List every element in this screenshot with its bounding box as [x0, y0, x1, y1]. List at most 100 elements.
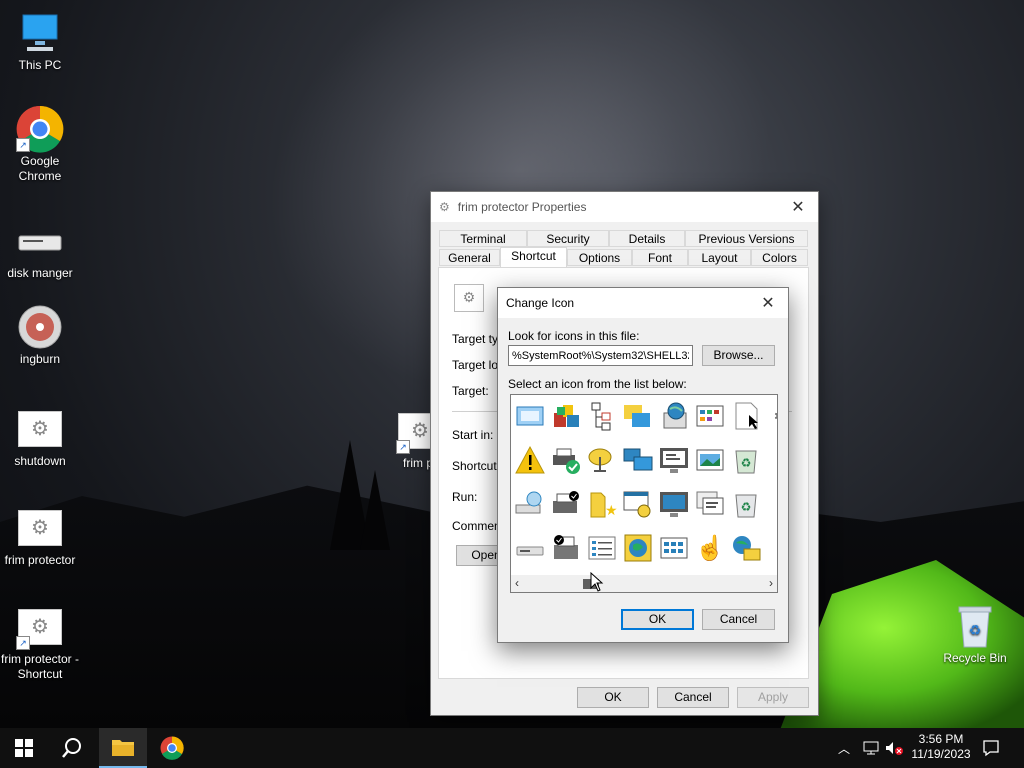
checklist-icon[interactable]: [585, 531, 619, 565]
desktop-icon-recycle-bin[interactable]: ♻ Recycle Bin: [935, 603, 1015, 666]
fax-printer-icon[interactable]: [549, 531, 583, 565]
monitors-icon[interactable]: [621, 443, 655, 477]
apply-button[interactable]: Apply: [737, 687, 809, 708]
file-explorer-button[interactable]: [99, 728, 147, 768]
network-icon[interactable]: [862, 740, 880, 756]
desktop-icon-label: disk manger: [7, 266, 73, 280]
window-icon[interactable]: [513, 399, 547, 433]
warning-icon[interactable]: [513, 443, 547, 477]
drive-icon[interactable]: [513, 531, 547, 565]
globe-computer-icon[interactable]: [657, 399, 691, 433]
run-label: Run:: [452, 490, 478, 504]
shortcut-arrow-icon: ↗: [16, 138, 30, 152]
svg-text:★: ★: [605, 502, 617, 518]
document-cursor-icon[interactable]: [729, 399, 763, 433]
desktop-icon-label: frim protector - Shortcut: [0, 652, 79, 681]
mouse-cursor-icon: [590, 572, 604, 592]
desktop-icon-label: This PC: [18, 58, 62, 72]
desktop-icon-this-pc[interactable]: This PC: [0, 10, 80, 73]
globe-frame-icon[interactable]: [621, 531, 655, 565]
volume-muted-icon[interactable]: [884, 740, 904, 756]
grid-list-icon[interactable]: [657, 531, 691, 565]
disc-burn-icon: [16, 304, 64, 350]
partial-icon[interactable]: ▪: [765, 487, 777, 521]
printer-check-icon[interactable]: [549, 443, 583, 477]
tab-details[interactable]: Details: [609, 230, 685, 247]
chrome-button[interactable]: [148, 728, 196, 768]
chevron-up-icon[interactable]: ︿: [838, 740, 850, 757]
folder-star-icon[interactable]: ★: [585, 487, 619, 521]
svg-text:♻: ♻: [741, 500, 752, 514]
tab-terminal[interactable]: Terminal: [439, 230, 527, 247]
disk-cleanup-icon[interactable]: [513, 487, 547, 521]
scroll-right-arrow-icon[interactable]: ›: [769, 575, 773, 592]
clock[interactable]: 3:56 PM 11/19/2023: [906, 732, 976, 762]
tabs-top: Terminal Security Details Previous Versi…: [439, 230, 808, 247]
tab-security[interactable]: Security: [527, 230, 609, 247]
desktop-icon-frim-protector-shortcut[interactable]: ⚙ ↗ frim protector - Shortcut: [0, 604, 80, 682]
shortcut-arrow-icon: ↗: [16, 636, 30, 650]
desktop-icon-label: frim protector: [4, 553, 76, 567]
picture-window-icon[interactable]: [693, 443, 727, 477]
recycle-bin-empty-icon[interactable]: ♻: [729, 487, 763, 521]
app-blocks-icon[interactable]: [549, 399, 583, 433]
partial-icon[interactable]: ▪: [765, 443, 777, 477]
tab-colors[interactable]: Colors: [751, 249, 808, 266]
ok-button[interactable]: OK: [577, 687, 649, 708]
shortcut-file-icon: ⚙: [454, 284, 484, 312]
browse-button[interactable]: Browse...: [702, 345, 775, 366]
tabs-bottom: General Shortcut Options Font Layout Col…: [439, 247, 808, 269]
desktop-icon-google-chrome[interactable]: ↗ Google Chrome: [0, 105, 80, 184]
select-icon-label: Select an icon from the list below:: [508, 377, 687, 391]
tree-view-icon[interactable]: [585, 399, 619, 433]
printer-default-icon[interactable]: [549, 487, 583, 521]
chrome-icon: [160, 736, 184, 760]
tab-shortcut[interactable]: Shortcut: [500, 247, 567, 267]
start-button[interactable]: [0, 728, 48, 768]
hand-cursor-icon[interactable]: ☝: [693, 531, 727, 565]
horizontal-scrollbar[interactable]: ‹ ›: [511, 575, 777, 592]
monitor-icon: [16, 10, 64, 56]
tab-options[interactable]: Options: [567, 249, 632, 266]
monitor-blue-icon[interactable]: [657, 487, 691, 521]
tab-layout[interactable]: Layout: [688, 249, 751, 266]
notification-icon[interactable]: [982, 739, 1000, 757]
desktop-icon-label: ingburn: [19, 352, 61, 366]
scroll-left-arrow-icon[interactable]: ‹: [515, 575, 519, 592]
recycle-bin-full-icon[interactable]: ♻: [729, 443, 763, 477]
recycle-bin-icon: ♻: [951, 603, 999, 649]
desktop-icon-disk-manger[interactable]: disk manger: [0, 218, 80, 281]
desktop-icon-frim-protector[interactable]: ⚙ frim protector: [0, 505, 80, 568]
folder-network-icon[interactable]: [621, 399, 655, 433]
look-for-icons-label: Look for icons in this file:: [508, 329, 640, 343]
desktop-icon-shutdown[interactable]: ⚙ shutdown: [0, 406, 80, 469]
windows-logo-icon: [15, 739, 33, 757]
partial-icon[interactable]: ⚙: [765, 399, 777, 433]
close-icon[interactable]: ✕: [778, 192, 818, 222]
settings-gear-icon: ⚙: [18, 510, 62, 546]
clock-date: 11/19/2023: [911, 747, 971, 761]
search-button[interactable]: [48, 728, 96, 768]
tab-font[interactable]: Font: [632, 249, 688, 266]
cancel-button[interactable]: Cancel: [657, 687, 729, 708]
drive-icon: [16, 218, 64, 264]
globe-folder-icon[interactable]: [729, 531, 763, 565]
ok-button[interactable]: OK: [621, 609, 694, 630]
desktop-icon-label: shutdown: [14, 454, 66, 468]
icon-list[interactable]: ⚙ ♻ ▪ ★ ♻ ▪ ☝ ▪ ‹ ›: [510, 394, 778, 593]
tab-previous-versions[interactable]: Previous Versions: [685, 230, 808, 247]
desktop-icon-ingburn[interactable]: ingburn: [0, 304, 80, 367]
taskbar: ︿ 3:56 PM 11/19/2023: [0, 728, 1024, 768]
windows-stack-icon[interactable]: [693, 487, 727, 521]
satellite-dish-icon[interactable]: [585, 443, 619, 477]
icon-file-path-input[interactable]: [508, 345, 693, 366]
monitor-document-icon[interactable]: [657, 443, 691, 477]
window-settings-icon[interactable]: [621, 487, 655, 521]
svg-text:♻: ♻: [969, 622, 982, 638]
tab-general[interactable]: General: [439, 249, 500, 266]
partial-icon[interactable]: ▪: [765, 531, 777, 565]
properties-title: frim protector Properties: [457, 200, 587, 214]
cancel-button[interactable]: Cancel: [702, 609, 775, 630]
grid-window-icon[interactable]: [693, 399, 727, 433]
close-icon[interactable]: ✕: [748, 288, 788, 318]
